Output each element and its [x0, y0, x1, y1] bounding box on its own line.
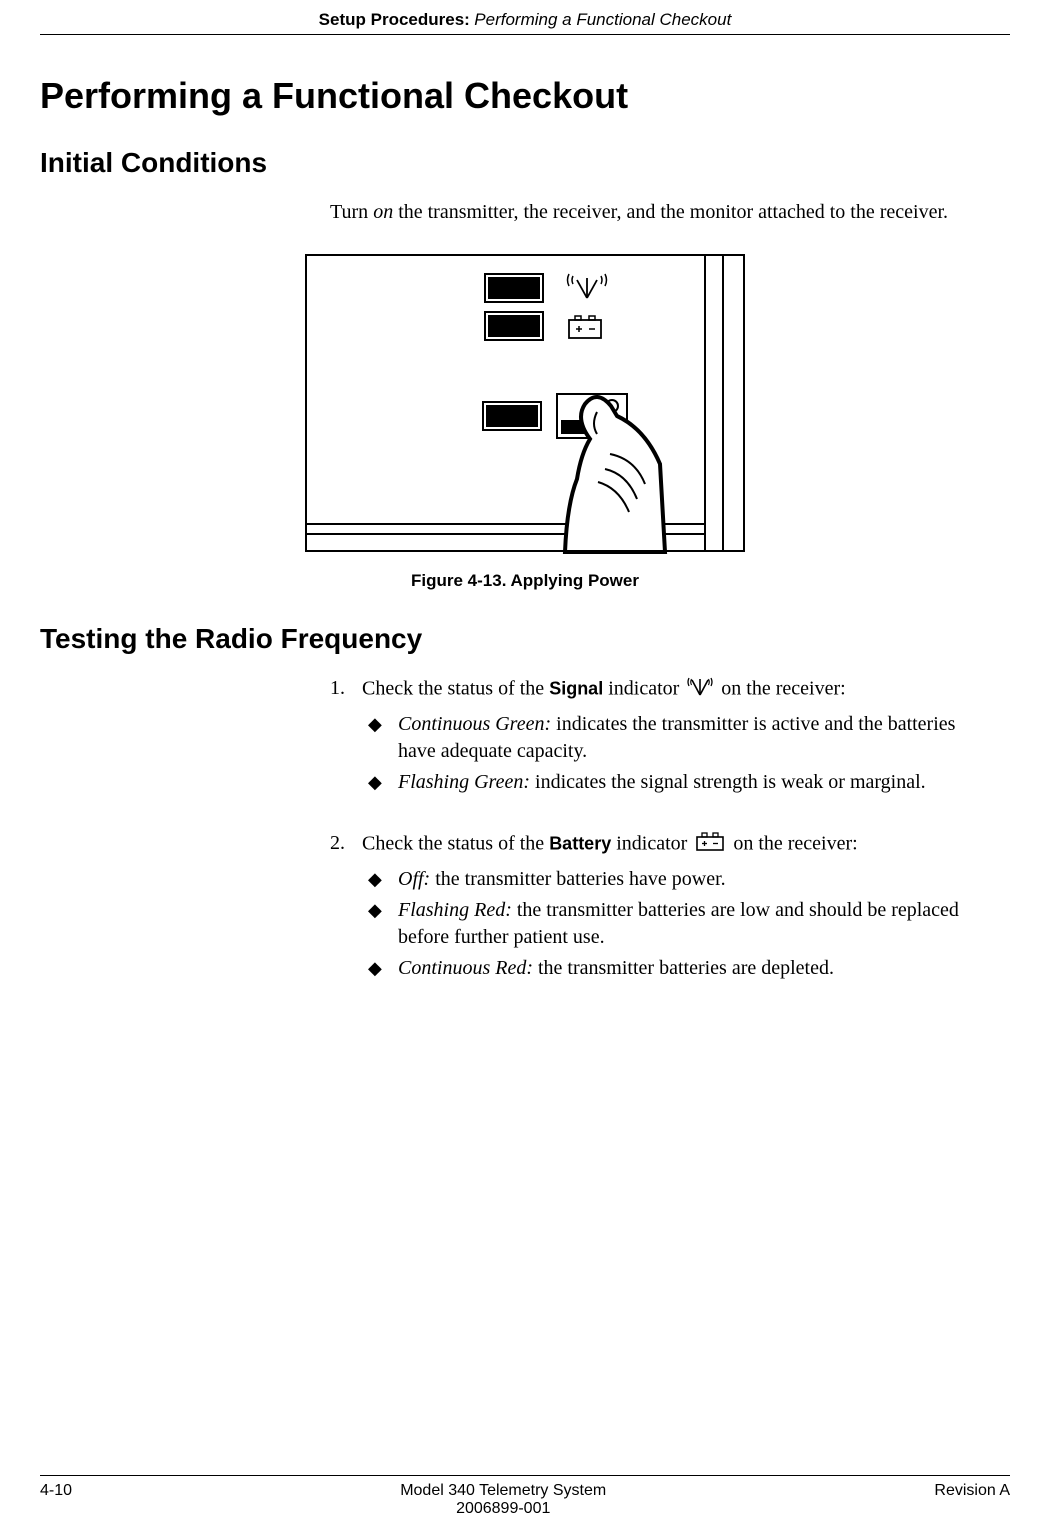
- bullet-rest: indicates the signal strength is weak or…: [530, 771, 926, 793]
- initial-body-post: the transmitter, the receiver, and the m…: [393, 201, 948, 223]
- bullet-rest: the transmitter batteries are depleted.: [533, 957, 834, 979]
- diamond-bullet-icon: ◆: [362, 769, 398, 796]
- step-1-bold: Signal: [549, 679, 603, 699]
- diamond-bullet-icon: ◆: [362, 711, 398, 765]
- step-2-post: on the receiver:: [733, 833, 857, 855]
- step-1-post: on the receiver:: [721, 678, 845, 700]
- initial-body-pre: Turn: [330, 201, 373, 223]
- page-footer: 4-10 Model 340 Telemetry System 2006899-…: [40, 1475, 1010, 1518]
- signal-antenna-icon: [687, 675, 713, 705]
- figure-caption: Figure 4-13. Applying Power: [40, 570, 1010, 593]
- step-2: 2. Check the status of the Battery indic…: [330, 830, 980, 1002]
- footer-docnum: 2006899-001: [72, 1500, 934, 1518]
- list-item: ◆ Flashing Red: the transmitter batterie…: [362, 897, 980, 951]
- initial-body-em: on: [373, 201, 393, 223]
- initial-conditions-body: Turn on the transmitter, the receiver, a…: [330, 199, 980, 226]
- step-2-pre: Check the status of the: [362, 833, 549, 855]
- testing-body: 1. Check the status of the Signal indica…: [330, 675, 980, 1002]
- bullet-em: Flashing Green:: [398, 771, 530, 793]
- page-title: Performing a Functional Checkout: [40, 75, 1010, 117]
- header-subtitle: Performing a Functional Checkout: [474, 10, 731, 29]
- bullet-em: Continuous Green:: [398, 713, 551, 735]
- diamond-bullet-icon: ◆: [362, 955, 398, 982]
- list-item: ◆ Off: the transmitter batteries have po…: [362, 866, 980, 893]
- figure-4-13: Figure 4-13. Applying Power: [40, 254, 1010, 593]
- footer-model: Model 340 Telemetry System: [72, 1482, 934, 1500]
- step-1: 1. Check the status of the Signal indica…: [330, 675, 980, 816]
- list-item: ◆ Flashing Green: indicates the signal s…: [362, 769, 980, 796]
- step-1-number: 1.: [330, 675, 362, 816]
- page-header: Setup Procedures: Performing a Functiona…: [40, 0, 1010, 35]
- step-2-bold: Battery: [549, 834, 611, 854]
- step-1-bullets: ◆ Continuous Green: indicates the transm…: [362, 711, 980, 796]
- footer-page-number: 4-10: [40, 1482, 72, 1518]
- diamond-bullet-icon: ◆: [362, 866, 398, 893]
- diamond-bullet-icon: ◆: [362, 897, 398, 951]
- applying-power-illustration: [305, 254, 745, 554]
- step-2-bullets: ◆ Off: the transmitter batteries have po…: [362, 866, 980, 982]
- header-chapter: Setup Procedures:: [319, 10, 470, 29]
- testing-steps: 1. Check the status of the Signal indica…: [330, 675, 980, 1002]
- list-item: ◆ Continuous Red: the transmitter batter…: [362, 955, 980, 982]
- bullet-em: Off:: [398, 868, 430, 890]
- step-2-mid: indicator: [611, 833, 692, 855]
- step-1-mid: indicator: [603, 678, 684, 700]
- bullet-rest: the transmitter batteries have power.: [430, 868, 725, 890]
- bullet-em: Continuous Red:: [398, 957, 533, 979]
- list-item: ◆ Continuous Green: indicates the transm…: [362, 711, 980, 765]
- battery-icon: [695, 830, 725, 860]
- footer-revision: Revision A: [934, 1482, 1010, 1518]
- section-initial-heading: Initial Conditions: [40, 147, 1010, 179]
- step-2-number: 2.: [330, 830, 362, 1002]
- bullet-em: Flashing Red:: [398, 899, 512, 921]
- step-1-pre: Check the status of the: [362, 678, 549, 700]
- section-testing-heading: Testing the Radio Frequency: [40, 623, 1010, 655]
